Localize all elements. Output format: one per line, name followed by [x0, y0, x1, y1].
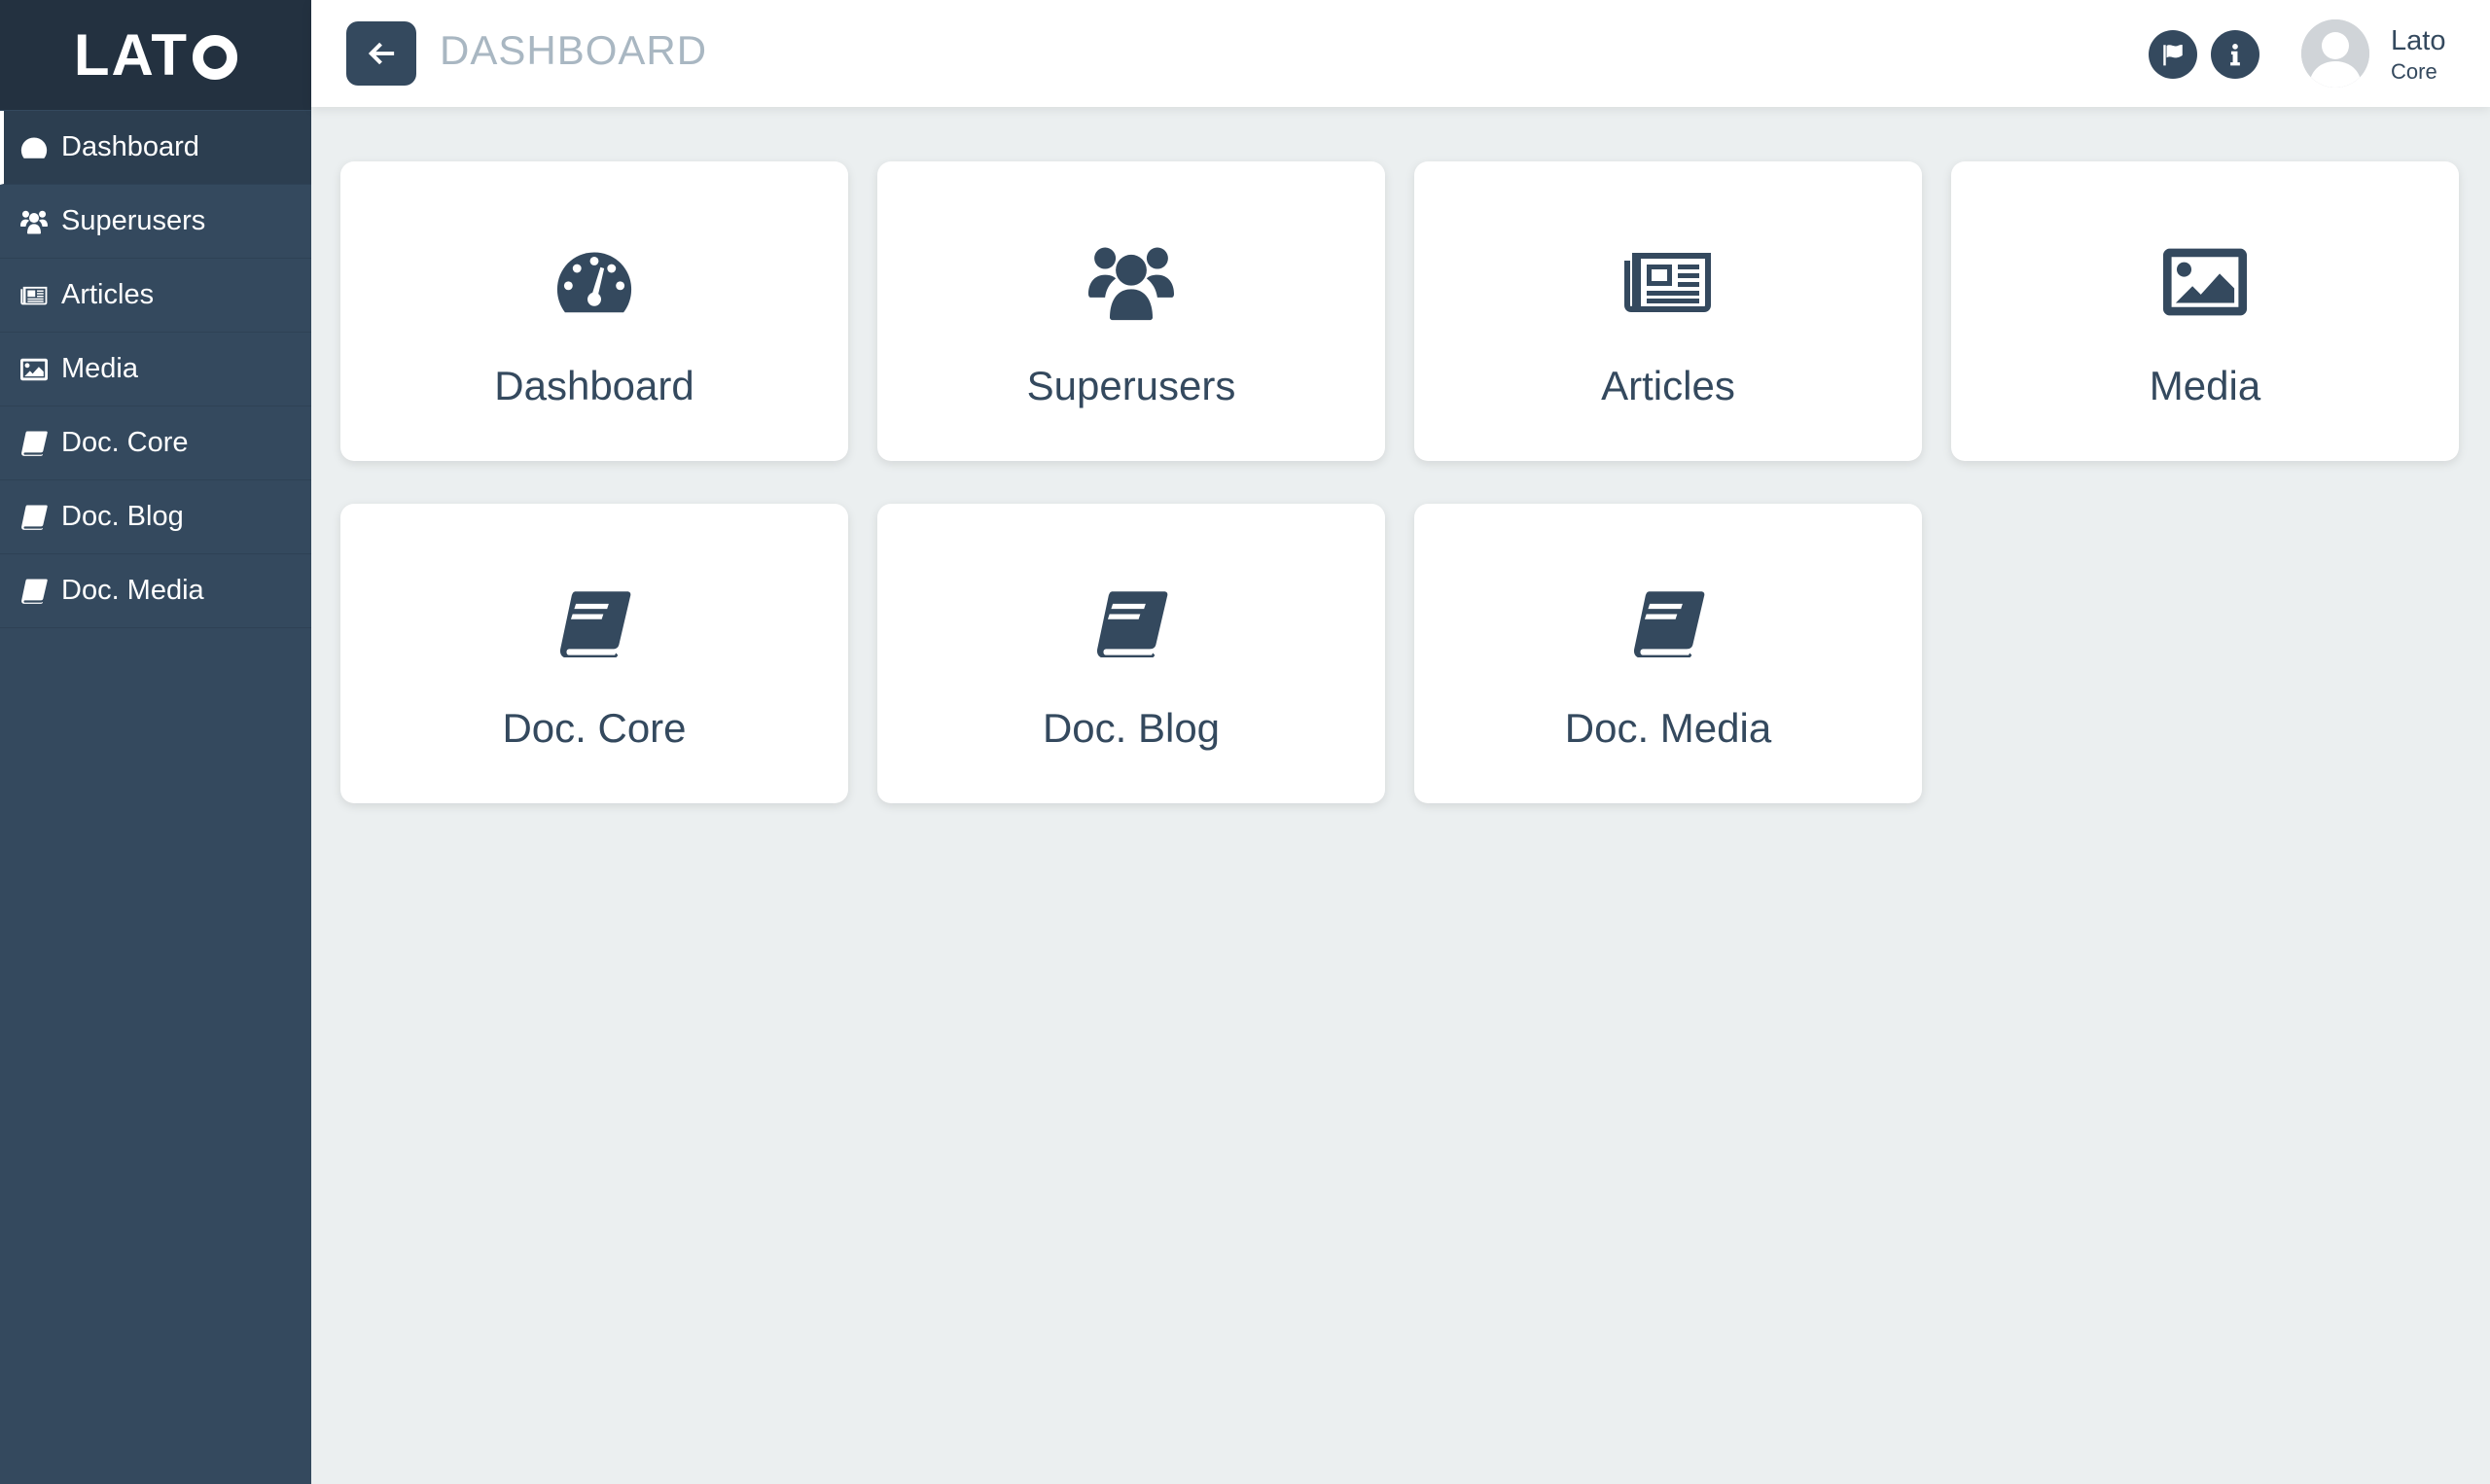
card-label: Dashboard [494, 363, 694, 408]
flag-button[interactable] [2149, 30, 2197, 79]
info-icon [2223, 42, 2248, 67]
book-icon [18, 502, 50, 533]
card-label: Media [2149, 363, 2261, 408]
sidebar-item-label: Doc. Media [61, 575, 204, 606]
sidebar-item-label: Superusers [61, 205, 206, 236]
newspaper-icon [1414, 241, 1922, 323]
card-superusers[interactable]: Superusers [877, 161, 1385, 461]
image-icon [1951, 241, 2459, 323]
back-button[interactable] [346, 21, 416, 86]
users-icon [18, 206, 50, 237]
page-title: DASHBOARD [440, 27, 708, 73]
sidebar-item-label: Doc. Blog [61, 501, 184, 532]
sidebar-item-label: Doc. Core [61, 427, 189, 458]
image-icon [18, 354, 50, 385]
card-media[interactable]: Media [1951, 161, 2459, 461]
sidebar-item-label: Dashboard [61, 131, 199, 162]
user-name: Lato [2391, 25, 2446, 56]
tachometer-icon [18, 132, 50, 163]
card-label: Doc. Media [1564, 705, 1772, 751]
card-articles[interactable]: Articles [1414, 161, 1922, 461]
arrow-left-icon [367, 39, 396, 68]
topbar: DASHBOARD Lato Core [311, 0, 2490, 107]
sidebar-item-doc-blog[interactable]: Doc. Blog [0, 480, 311, 554]
logo-text: LAT [73, 22, 190, 88]
card-label: Superusers [1026, 363, 1236, 408]
sidebar-item-label: Media [61, 353, 138, 384]
card-label: Doc. Core [502, 705, 687, 751]
info-button[interactable] [2211, 30, 2259, 79]
avatar[interactable] [2301, 19, 2369, 88]
user-role: Core [2391, 59, 2437, 84]
sidebar: LAT Dashboard Superusers Articles Media … [0, 0, 311, 1484]
tachometer-icon [340, 241, 848, 323]
sidebar-item-doc-core[interactable]: Doc. Core [0, 406, 311, 480]
book-icon [18, 428, 50, 459]
card-label: Articles [1601, 363, 1735, 408]
card-doc-blog[interactable]: Doc. Blog [877, 504, 1385, 803]
sidebar-item-superusers[interactable]: Superusers [0, 185, 311, 259]
card-label: Doc. Blog [1042, 705, 1221, 751]
flag-icon [2160, 42, 2186, 67]
card-doc-media[interactable]: Doc. Media [1414, 504, 1922, 803]
logo-o-glyph [193, 34, 238, 80]
sidebar-item-dashboard[interactable]: Dashboard [0, 111, 311, 185]
book-icon [877, 583, 1385, 665]
sidebar-item-media[interactable]: Media [0, 333, 311, 406]
book-icon [340, 583, 848, 665]
book-icon [18, 576, 50, 607]
users-icon [877, 241, 1385, 323]
sidebar-item-label: Articles [61, 279, 155, 310]
user-info[interactable]: Lato Core [2391, 27, 2445, 83]
book-icon [1414, 583, 1922, 665]
user-avatar-icon [2301, 19, 2369, 88]
card-doc-core[interactable]: Doc. Core [340, 504, 848, 803]
newspaper-icon [18, 280, 50, 311]
card-dashboard[interactable]: Dashboard [340, 161, 848, 461]
sidebar-nav: Dashboard Superusers Articles Media Doc.… [0, 111, 311, 628]
sidebar-item-articles[interactable]: Articles [0, 259, 311, 333]
app-logo[interactable]: LAT [0, 0, 311, 110]
sidebar-item-doc-media[interactable]: Doc. Media [0, 554, 311, 628]
